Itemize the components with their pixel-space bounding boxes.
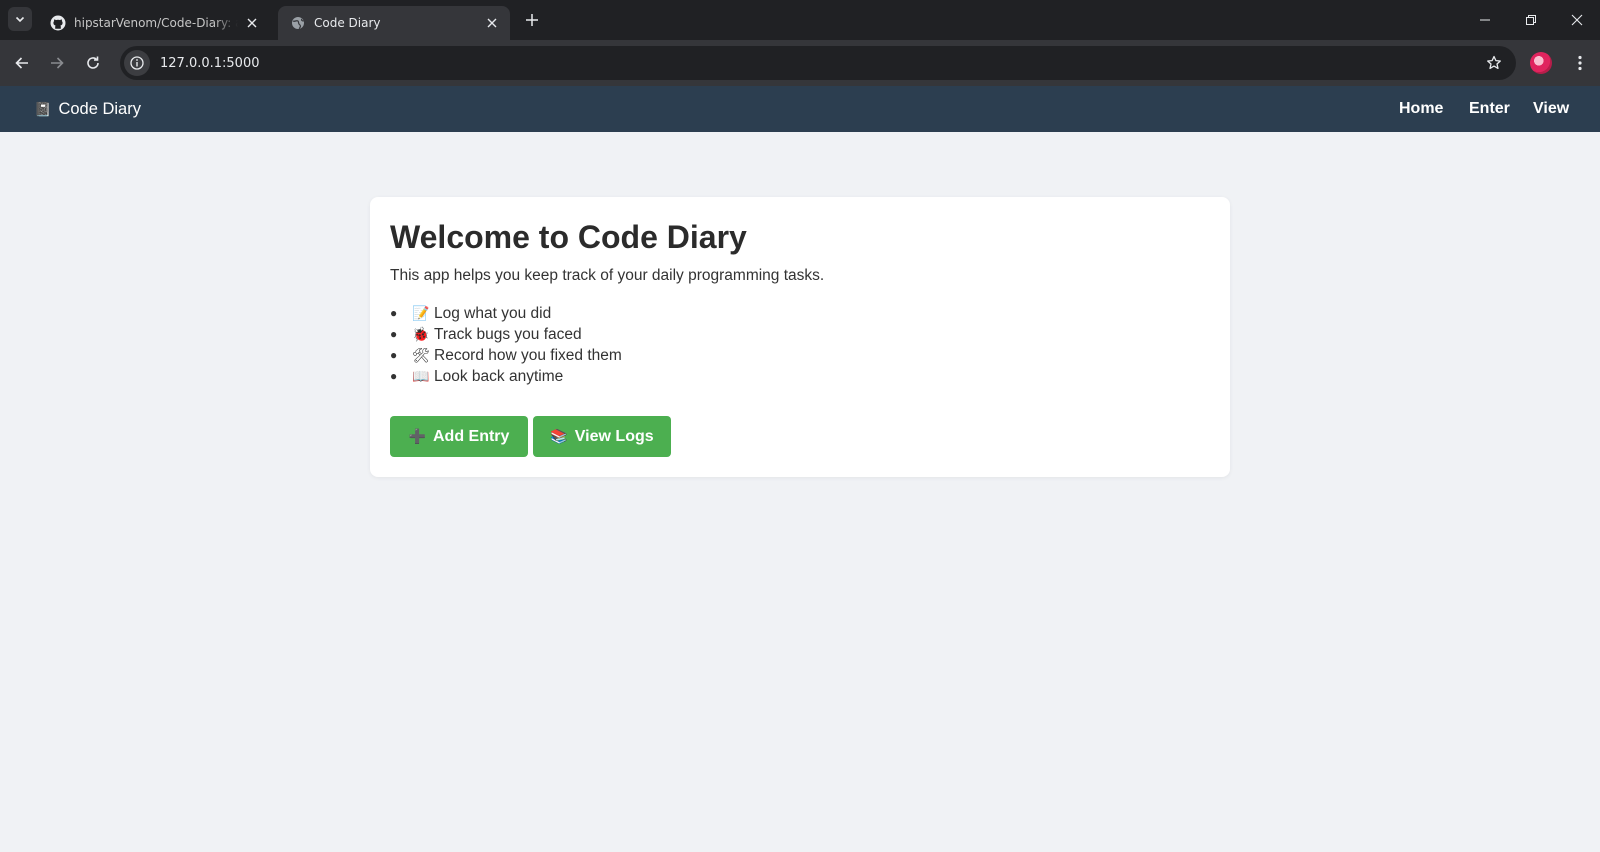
bookmark-star-icon[interactable]: [1480, 49, 1508, 77]
list-item: ● 📝 Log what you did: [390, 303, 622, 324]
feature-text: Track bugs you faced: [434, 326, 582, 343]
add-entry-label: Add Entry: [432, 427, 510, 445]
chevron-down-icon: [15, 16, 25, 23]
bullet-icon: ●: [390, 348, 398, 362]
minimize-icon: [1480, 19, 1490, 21]
bullet-icon: ●: [390, 327, 398, 341]
brand-link[interactable]: 📓 Code Diary: [34, 86, 141, 132]
tab-search-button[interactable]: [8, 7, 32, 31]
feature-text: Look back anytime: [434, 368, 564, 385]
view-logs-label: View Logs: [574, 427, 654, 445]
forward-button[interactable]: [43, 49, 71, 77]
address-bar[interactable]: 127.0.0.1:5000: [120, 46, 1516, 80]
plus-icon: [526, 14, 538, 26]
browser-menu-button[interactable]: [1568, 51, 1592, 75]
nav-link-home[interactable]: Home: [1399, 86, 1443, 132]
app-navbar: 📓 Code Diary Home Enter View: [0, 86, 1600, 132]
nav-link-enter[interactable]: Enter: [1469, 86, 1510, 132]
feature-list: ● 📝 Log what you did ● 🐞 Track bugs you …: [390, 303, 622, 387]
window-close-button[interactable]: [1554, 0, 1600, 40]
close-icon[interactable]: [244, 15, 260, 31]
more-vertical-icon: [1578, 55, 1582, 71]
minimize-button[interactable]: [1462, 0, 1508, 40]
restore-button[interactable]: [1508, 0, 1554, 40]
tab-title: hipstarVenom/Code-Diary: a simple: [74, 16, 238, 30]
site-info-icon[interactable]: [124, 50, 150, 76]
view-logs-button[interactable]: 📚 View Logs: [533, 416, 671, 457]
profile-avatar[interactable]: [1530, 52, 1552, 74]
browser-tab-code-diary[interactable]: Code Diary: [278, 6, 510, 40]
add-entry-button[interactable]: ➕ Add Entry: [390, 416, 528, 457]
url-text[interactable]: 127.0.0.1:5000: [160, 56, 1480, 71]
memo-icon: 📝: [412, 305, 430, 321]
books-icon: 📚: [550, 428, 568, 444]
bug-icon: 🐞: [412, 326, 430, 342]
feature-text: Record how you fixed them: [434, 347, 622, 364]
brand-title: Code Diary: [58, 99, 141, 118]
list-item: ● 🛠 Record how you fixed them: [390, 345, 622, 366]
notebook-icon: 📓: [34, 100, 52, 117]
plus-icon: ➕: [408, 428, 426, 444]
tab-title: Code Diary: [314, 16, 381, 30]
restore-icon: [1526, 15, 1536, 25]
browser-toolbar: 127.0.0.1:5000: [0, 40, 1600, 86]
back-button[interactable]: [8, 49, 36, 77]
close-icon[interactable]: [484, 15, 500, 31]
bullet-icon: ●: [390, 369, 398, 383]
open-book-icon: 📖: [412, 368, 430, 384]
reload-icon: [87, 56, 99, 69]
bullet-icon: ●: [390, 306, 398, 320]
list-item: ● 📖 Look back anytime: [390, 366, 622, 387]
welcome-card: Welcome to Code Diary This app helps you…: [370, 197, 1230, 477]
close-icon: [1571, 14, 1583, 26]
intro-text: This app helps you keep track of your da…: [390, 267, 825, 284]
arrow-right-icon: [51, 57, 64, 69]
tools-icon: 🛠: [412, 347, 430, 363]
list-item: ● 🐞 Track bugs you faced: [390, 324, 622, 345]
feature-text: Log what you did: [434, 305, 552, 322]
arrow-left-icon: [15, 57, 28, 69]
globe-icon: [290, 15, 306, 31]
new-tab-button[interactable]: [520, 8, 544, 32]
page-title: Welcome to Code Diary: [390, 219, 747, 255]
browser-tab-github[interactable]: hipstarVenom/Code-Diary: a simple: [38, 6, 270, 40]
nav-link-view[interactable]: View: [1533, 86, 1569, 132]
reload-button[interactable]: [79, 49, 107, 77]
github-icon: [50, 15, 66, 31]
browser-tabstrip: hipstarVenom/Code-Diary: a simple Code D…: [0, 0, 1600, 40]
